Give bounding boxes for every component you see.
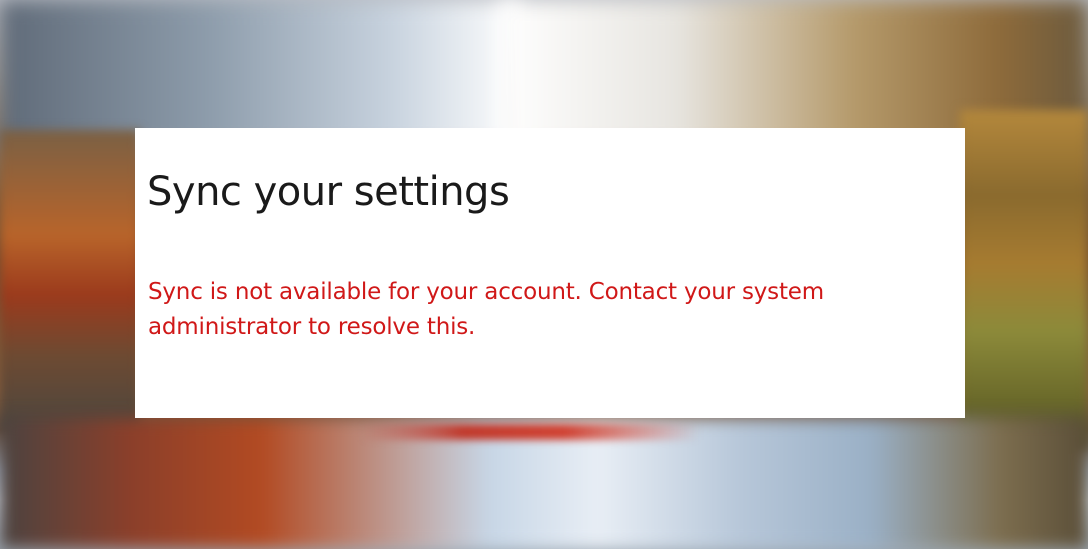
background-foliage-left bbox=[0, 130, 140, 430]
sync-settings-panel: Sync your settings Sync is not available… bbox=[135, 128, 965, 418]
sync-error-message-line: administrator to resolve this. bbox=[148, 314, 476, 340]
sync-error-message: Sync is not available for your account. … bbox=[148, 275, 958, 345]
background-foliage-right bbox=[960, 110, 1088, 450]
sync-error-message-line: Sync is not available for your account. … bbox=[148, 279, 824, 305]
page-title: Sync your settings bbox=[147, 169, 510, 215]
background-red-streak bbox=[360, 424, 700, 440]
